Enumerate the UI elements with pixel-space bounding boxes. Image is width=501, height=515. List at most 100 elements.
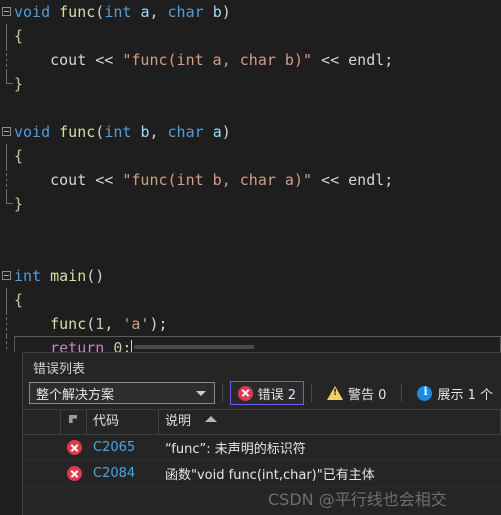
grid-col-severity-icon[interactable] xyxy=(61,410,87,434)
code-token: ) xyxy=(221,3,231,21)
code-token: , xyxy=(104,315,123,333)
grid-col-description-label: 说明 xyxy=(165,414,192,429)
toolbar-separator xyxy=(311,384,313,402)
fold-guide-end xyxy=(6,192,13,204)
row-description-cell: 函数"void func(int,char)"已有主体 xyxy=(165,468,375,483)
code-token: void xyxy=(14,123,51,141)
code-token: func xyxy=(59,3,96,21)
code-line[interactable]: void func(int b, char a) xyxy=(0,120,501,144)
code-token: main xyxy=(50,267,87,285)
code-line[interactable]: void func(int a, char b) xyxy=(0,0,501,24)
scope-filter-select[interactable]: 整个解决方案 xyxy=(29,382,215,404)
fold-guide-line xyxy=(6,144,7,168)
grid-col-blank xyxy=(23,410,61,434)
code-line[interactable] xyxy=(0,240,501,264)
code-token: char xyxy=(167,123,204,141)
code-token: a xyxy=(212,123,222,141)
fold-collapse-icon[interactable] xyxy=(2,271,11,280)
severity-filter-label: 警告 0 xyxy=(348,387,387,403)
code-token: { xyxy=(14,291,24,309)
table-row[interactable]: C2084 函数"void func(int,char)"已有主体 xyxy=(23,461,501,487)
code-token: << xyxy=(312,51,349,69)
row-description-cell: “func”: 未声明的标识符 xyxy=(165,442,306,457)
severity-filter-error[interactable]: 错误 2 xyxy=(229,381,305,405)
code-token: cout xyxy=(50,171,87,189)
code-token: char xyxy=(167,3,204,21)
code-lines[interactable]: void func(int a, char b){ cout << "func(… xyxy=(0,0,501,352)
code-token: 'a' xyxy=(122,315,150,333)
severity-filter-label: 展示 1 个 xyxy=(437,387,493,403)
code-token: << xyxy=(86,51,123,69)
severity-filter-info[interactable]: 展示 1 个 xyxy=(409,381,501,405)
row-severity-cell xyxy=(61,466,87,481)
toolbar-separator xyxy=(221,384,223,402)
code-token: } xyxy=(14,75,24,93)
fold-guide-end xyxy=(6,72,13,84)
code-line[interactable] xyxy=(0,216,501,240)
code-token: , xyxy=(149,3,168,21)
severity-filter-warning[interactable]: 警告 0 xyxy=(319,381,394,405)
code-line[interactable]: cout << "func(int a, char b)" << endl; xyxy=(0,48,501,72)
code-line[interactable]: { xyxy=(0,288,501,312)
code-token: "func(int b, char a)" xyxy=(122,171,313,189)
chevron-down-icon xyxy=(195,391,206,396)
code-token: int xyxy=(14,267,42,285)
code-line[interactable]: } xyxy=(0,72,501,96)
code-line[interactable]: cout << "func(int b, char a)" << endl; xyxy=(0,168,501,192)
grid-col-code[interactable]: 代码 xyxy=(87,410,159,434)
scrollbar-thumb[interactable] xyxy=(134,345,254,349)
code-token: ; xyxy=(384,171,394,189)
error-grid-header: 代码 说明 xyxy=(23,409,501,435)
code-token: } xyxy=(14,195,24,213)
code-token: int xyxy=(104,3,132,21)
code-token: endl xyxy=(348,171,385,189)
fold-guide-line xyxy=(6,312,8,336)
code-token: endl xyxy=(348,51,385,69)
code-token: func xyxy=(50,315,87,333)
code-token: { xyxy=(14,147,24,165)
code-line[interactable]: } xyxy=(0,192,501,216)
severity-column-icon xyxy=(69,415,77,423)
code-line[interactable] xyxy=(0,96,501,120)
code-token: ( xyxy=(95,3,105,21)
error-list-toolbar: 整个解决方案 错误 2 警告 0 展示 1 个 xyxy=(23,379,501,407)
code-token: << xyxy=(312,171,349,189)
warning-icon xyxy=(327,386,344,400)
table-row[interactable]: C2065 “func”: 未声明的标识符 xyxy=(23,435,501,461)
severity-filter-buttons: 错误 2 警告 0 展示 1 个 xyxy=(229,381,501,405)
fold-guide-line xyxy=(6,48,8,72)
code-line[interactable]: int main() xyxy=(0,264,501,288)
code-line[interactable]: func(1, 'a'); xyxy=(0,312,501,336)
code-token: ); xyxy=(149,315,168,333)
error-list-panel: 错误列表 整个解决方案 错误 2 警告 0 展示 1 个 代码 说明 C2065 “f… xyxy=(22,352,501,515)
editor-horizontal-scrollbar[interactable] xyxy=(14,344,501,350)
code-line[interactable]: { xyxy=(0,144,501,168)
row-code-cell[interactable]: C2065 xyxy=(87,440,159,455)
row-code-cell[interactable]: C2084 xyxy=(87,466,159,481)
code-token: << xyxy=(86,171,123,189)
scope-filter-value: 整个解决方案 xyxy=(36,387,115,403)
info-icon xyxy=(417,385,433,401)
fold-guide-line xyxy=(6,168,8,192)
grid-col-description[interactable]: 说明 xyxy=(159,410,501,434)
code-editor[interactable]: void func(int a, char b){ cout << "func(… xyxy=(0,0,501,352)
error-icon xyxy=(66,440,82,455)
code-token: void xyxy=(14,3,51,21)
code-line[interactable]: { xyxy=(0,24,501,48)
fold-guide-line xyxy=(6,24,7,48)
toolbar-separator xyxy=(401,384,403,402)
code-token: b xyxy=(212,3,222,21)
code-token: { xyxy=(14,27,24,45)
error-grid-rows[interactable]: C2065 “func”: 未声明的标识符 C2084 函数"void func(in… xyxy=(23,435,501,487)
fold-collapse-icon[interactable] xyxy=(2,7,11,16)
code-token: () xyxy=(86,267,105,285)
fold-collapse-icon[interactable] xyxy=(2,127,11,136)
panel-title: 错误列表 xyxy=(33,362,86,377)
code-token: ( xyxy=(86,315,96,333)
